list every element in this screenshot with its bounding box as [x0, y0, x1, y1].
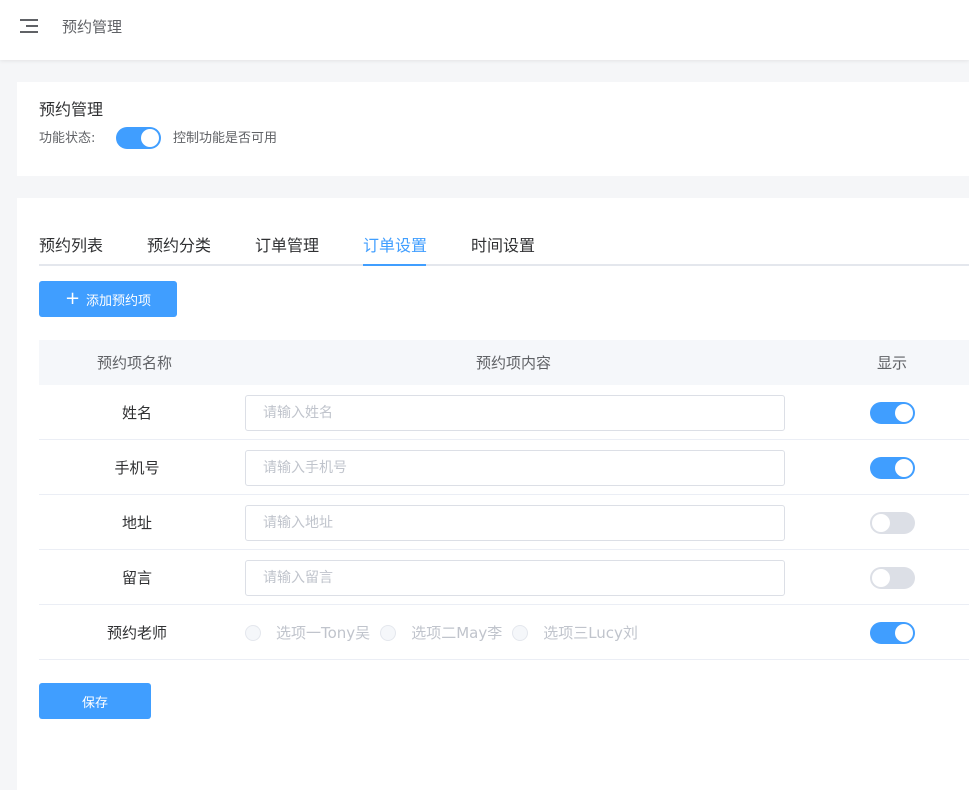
- menu-fold-icon[interactable]: [20, 18, 38, 34]
- tab-order-management[interactable]: 订单管理: [255, 232, 319, 264]
- teacher-option-1[interactable]: 选项一Tony吴: [245, 622, 370, 643]
- header-display: 显示: [877, 354, 908, 372]
- tab-time-settings[interactable]: 时间设置: [471, 232, 535, 264]
- show-message-switch[interactable]: [870, 567, 915, 589]
- show-teacher-switch[interactable]: [870, 622, 915, 644]
- add-button-label: 添加预约项: [86, 293, 152, 309]
- add-booking-item-button[interactable]: + 添加预约项: [39, 281, 177, 317]
- row-name: 地址: [121, 514, 152, 532]
- radio-circle: [245, 624, 261, 641]
- message-input[interactable]: [245, 560, 785, 596]
- row-name: 预约老师: [106, 624, 167, 642]
- show-address-switch[interactable]: [870, 512, 915, 534]
- table-row: 地址: [39, 495, 969, 550]
- feature-status-hint: 控制功能是否可用: [173, 131, 278, 146]
- breadcrumb: 预约管理: [62, 18, 123, 36]
- switch-knob: [895, 404, 913, 422]
- tab-booking-category[interactable]: 预约分类: [147, 232, 211, 264]
- radio-circle: [512, 624, 529, 641]
- row-name: 姓名: [121, 404, 152, 422]
- radio-circle: [380, 624, 397, 641]
- table-row: 姓名: [39, 385, 969, 440]
- teacher-option-2[interactable]: 选项二May李: [380, 622, 502, 643]
- switch-knob: [872, 514, 890, 532]
- plus-icon: +: [64, 288, 81, 309]
- radio-label: 选项一Tony吴: [276, 624, 371, 642]
- address-input[interactable]: [245, 505, 785, 541]
- radio-label: 选项三Lucy刘: [543, 624, 638, 642]
- show-name-switch[interactable]: [870, 402, 915, 424]
- switch-knob: [895, 624, 913, 642]
- header-item-content: 预约项内容: [476, 354, 552, 372]
- tab-order-settings[interactable]: 订单设置: [363, 232, 427, 264]
- row-name: 手机号: [114, 459, 160, 477]
- radio-label: 选项二May李: [411, 624, 503, 642]
- switch-knob: [872, 569, 890, 587]
- top-bar: 预约管理: [0, 0, 969, 60]
- order-settings-card: 预约列表 预约分类 订单管理 订单设置 时间设置 + 添加预约项 预约项名称 预…: [17, 198, 969, 790]
- table-row: 手机号: [39, 440, 969, 495]
- tab-bar: 预约列表 预约分类 订单管理 订单设置 时间设置: [39, 198, 969, 266]
- header-item-name: 预约项名称: [97, 354, 173, 372]
- name-input[interactable]: [245, 395, 785, 431]
- feature-status-switch[interactable]: [116, 127, 161, 149]
- feature-status-card: 预约管理 功能状态: 控制功能是否可用: [17, 82, 969, 176]
- table-header: 预约项名称 预约项内容 显示: [39, 340, 969, 385]
- active-tab-indicator: [363, 264, 426, 266]
- save-button[interactable]: 保存: [39, 683, 151, 719]
- row-name: 留言: [121, 569, 152, 587]
- teacher-option-3[interactable]: 选项三Lucy刘: [512, 622, 638, 643]
- table-row: 留言: [39, 550, 969, 605]
- switch-knob: [895, 459, 913, 477]
- booking-items-table: 预约项名称 预约项内容 显示 姓名 手机号 地址 留言 预约老师: [39, 340, 969, 660]
- tab-booking-list[interactable]: 预约列表: [39, 232, 103, 264]
- switch-knob: [141, 129, 159, 147]
- table-row: 预约老师 选项一Tony吴 选项二May李 选项三Lucy刘: [39, 605, 969, 660]
- card-title: 预约管理: [39, 100, 104, 119]
- teacher-radio-group: 选项一Tony吴 选项二May李 选项三Lucy刘: [245, 622, 648, 643]
- feature-status-label: 功能状态:: [39, 131, 96, 146]
- show-phone-switch[interactable]: [870, 457, 915, 479]
- phone-input[interactable]: [245, 450, 785, 486]
